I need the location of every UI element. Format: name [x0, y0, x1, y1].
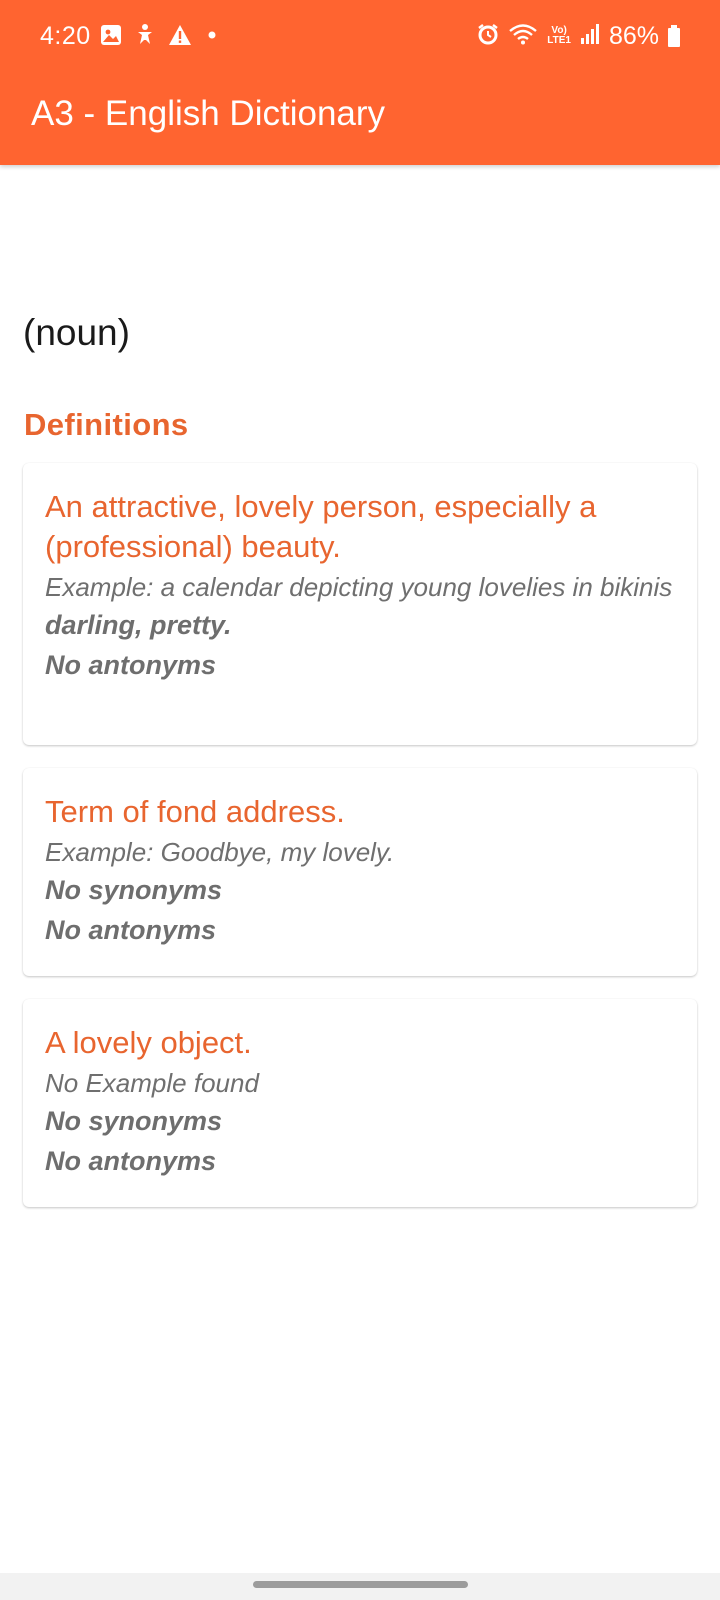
network-icon: Vo) LTE1 [547, 25, 571, 46]
example-text: No Example found [45, 1068, 259, 1098]
definition-card[interactable]: An attractive, lovely person, especially… [23, 463, 697, 745]
definitions-heading: Definitions [24, 407, 189, 442]
wifi-icon [508, 23, 538, 50]
example-text: Example: Goodbye, my lovely. [45, 837, 395, 867]
dot-icon [204, 27, 220, 48]
definition-text: A lovely object. [45, 1025, 252, 1060]
definition-text: An attractive, lovely person, especially… [45, 489, 597, 564]
status-left-icons [100, 23, 220, 52]
battery-icon [668, 25, 680, 47]
definition-card[interactable]: A lovely object. No Example found No syn… [23, 999, 697, 1207]
definition-card[interactable]: Term of fond address. Example: Goodbye, … [23, 768, 697, 976]
app-title: A3 - English Dictionary [31, 94, 386, 133]
status-time: 4:20 [40, 22, 91, 50]
synonyms-text: No synonyms [45, 875, 223, 905]
status-right-icons: Vo) LTE1 86% [477, 22, 680, 50]
signal-icon [580, 23, 600, 50]
antonyms-text: No antonyms [45, 650, 217, 680]
synonyms-text: darling, pretty. [45, 610, 232, 640]
antonyms-text: No antonyms [45, 1146, 217, 1176]
alarm-icon [477, 23, 499, 50]
battery-percent: 86% [608, 21, 659, 50]
synonyms-text: No synonyms [45, 1106, 223, 1136]
status-bar: 4:20 Vo) LTE1 86% [0, 0, 720, 75]
antonyms-text: No antonyms [45, 915, 217, 945]
part-of-speech: (noun) [23, 312, 130, 353]
accessibility-icon [134, 23, 156, 52]
example-text: Example: a calendar depicting young love… [45, 572, 673, 602]
navigation-bar [0, 1573, 720, 1600]
definition-text: Term of fond address. [45, 794, 345, 829]
home-gesture-handle[interactable] [253, 1581, 468, 1588]
app-header: 4:20 Vo) LTE1 86% A3 - English Dictionar… [0, 0, 720, 165]
warning-icon [168, 24, 192, 51]
gallery-icon [100, 24, 122, 51]
